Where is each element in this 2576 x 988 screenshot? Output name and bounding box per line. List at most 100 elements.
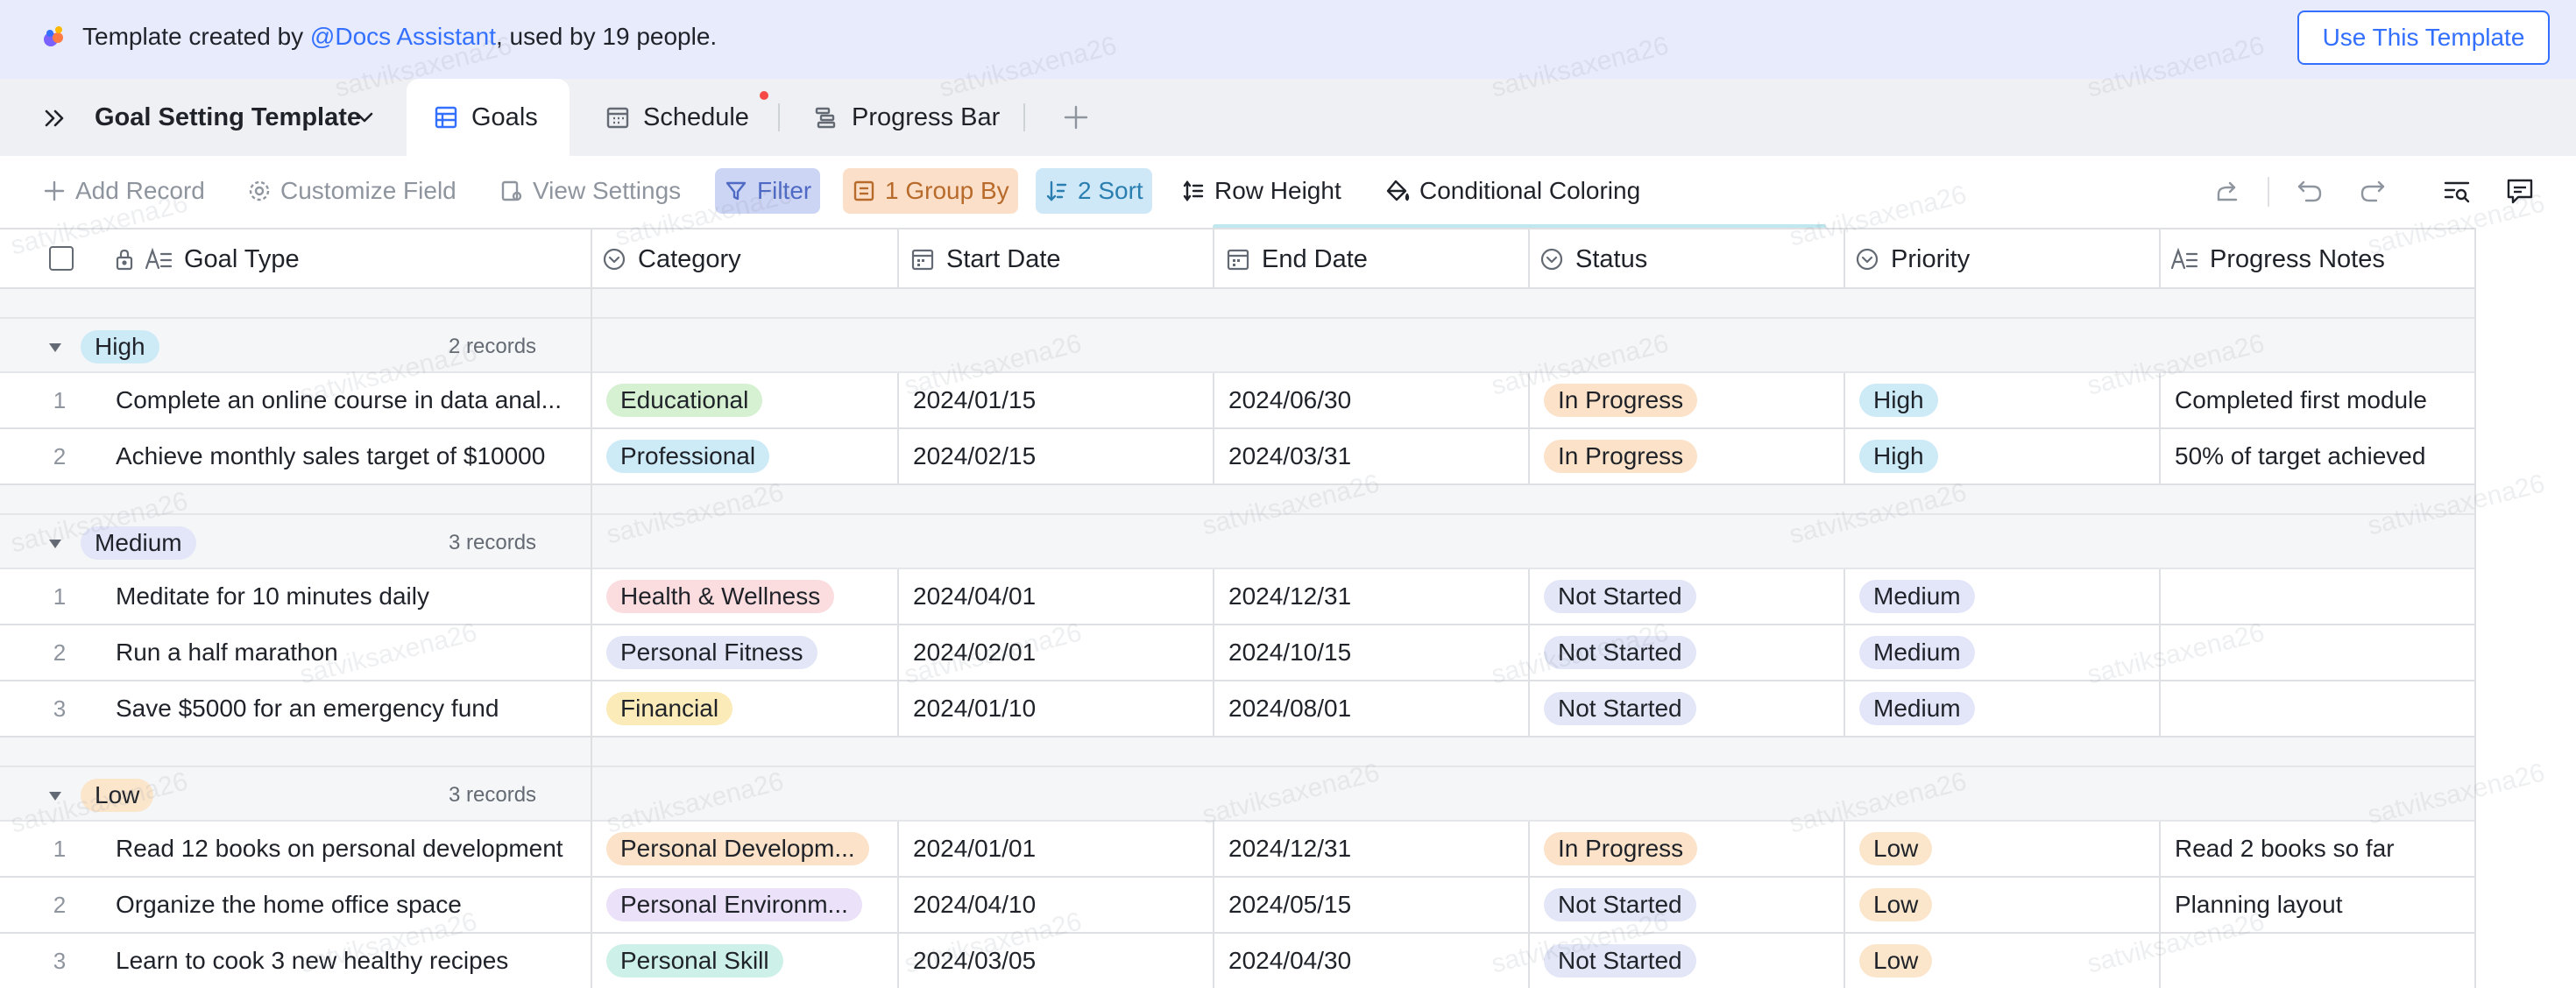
customize-field-button[interactable]: Customize Field	[238, 168, 465, 214]
status-cell[interactable]: Not Started	[1544, 569, 1696, 624]
tab-progress-bar[interactable]: Progress Bar	[813, 79, 1000, 156]
progress-notes-cell[interactable]	[2175, 569, 2469, 624]
progress-notes-cell[interactable]: 50% of target achieved	[2175, 429, 2469, 483]
tab-schedule[interactable]: Schedule	[605, 79, 749, 156]
column-header-end-date[interactable]: End Date	[1225, 229, 1368, 289]
use-template-button[interactable]: Use This Template	[2297, 11, 2550, 65]
category-cell[interactable]: Health & Wellness	[606, 569, 835, 624]
category-cell[interactable]: Personal Developm...	[606, 822, 869, 876]
priority-cell[interactable]: Low	[1859, 878, 1933, 932]
progress-notes-cell[interactable]: Completed first module	[2175, 373, 2469, 427]
category-cell[interactable]: Educational	[606, 373, 763, 427]
start-date-cell[interactable]: 2024/01/15	[913, 373, 1036, 427]
progress-notes-cell[interactable]	[2175, 681, 2469, 736]
priority-cell[interactable]: Medium	[1859, 681, 1975, 736]
table-row[interactable]: 2 Achieve monthly sales target of $10000…	[0, 429, 2476, 485]
goal-cell[interactable]: Organize the home office space	[116, 878, 580, 932]
add-view-icon[interactable]	[1060, 102, 1092, 133]
start-date-cell[interactable]: 2024/04/10	[913, 878, 1036, 932]
author-link[interactable]: @Docs Assistant	[310, 23, 496, 50]
table-row[interactable]: 2 Run a half marathon Personal Fitness 2…	[0, 625, 2476, 681]
category-cell[interactable]: Personal Fitness	[606, 625, 817, 680]
filter-button[interactable]: Filter	[715, 168, 821, 214]
end-date-cell[interactable]: 2024/10/15	[1228, 625, 1351, 680]
category-cell[interactable]: Financial	[606, 681, 733, 736]
status-cell[interactable]: In Progress	[1544, 373, 1698, 427]
expand-sidebar-icon[interactable]	[40, 103, 70, 133]
column-header-start-date[interactable]: Start Date	[909, 229, 1061, 289]
table-row[interactable]: 1 Read 12 books on personal development …	[0, 822, 2476, 878]
goal-cell[interactable]: Run a half marathon	[116, 625, 580, 680]
start-date-cell[interactable]: 2024/01/01	[913, 822, 1036, 876]
column-header-progress-notes[interactable]: Progress Notes	[2169, 229, 2385, 289]
conditional-coloring-button[interactable]: Conditional Coloring	[1376, 168, 1649, 214]
goal-cell[interactable]: Achieve monthly sales target of $10000	[116, 429, 580, 483]
select-all-checkbox[interactable]	[49, 246, 74, 271]
group-header-medium[interactable]: Medium 3 records	[0, 513, 2476, 569]
view-settings-button[interactable]: View Settings	[491, 168, 690, 214]
column-header-priority[interactable]: Priority	[1854, 229, 1970, 289]
table-title[interactable]: Goal Setting Template	[95, 79, 361, 156]
table-row[interactable]: 3 Save $5000 for an emergency fund Finan…	[0, 681, 2476, 737]
group-header-high[interactable]: High 2 records	[0, 317, 2476, 373]
progress-notes-cell[interactable]	[2175, 934, 2469, 988]
goal-cell[interactable]: Save $5000 for an emergency fund	[116, 681, 580, 736]
chevron-down-icon[interactable]	[354, 109, 375, 126]
status-cell[interactable]: Not Started	[1544, 625, 1696, 680]
share-icon[interactable]	[2212, 175, 2243, 207]
priority-cell[interactable]: Medium	[1859, 625, 1975, 680]
end-date-cell[interactable]: 2024/05/15	[1228, 878, 1351, 932]
search-records-icon[interactable]	[2441, 175, 2473, 207]
status-cell[interactable]: In Progress	[1544, 429, 1698, 483]
row-height-button[interactable]: Row Height	[1172, 168, 1350, 214]
priority-cell[interactable]: High	[1859, 429, 1938, 483]
start-date-cell[interactable]: 2024/01/10	[913, 681, 1036, 736]
frozen-column-divider[interactable]	[591, 228, 592, 988]
category-cell[interactable]: Personal Environm...	[606, 878, 862, 932]
category-cell[interactable]: Professional	[606, 429, 770, 483]
priority-cell[interactable]: Low	[1859, 934, 1933, 988]
priority-cell[interactable]: Medium	[1859, 569, 1975, 624]
column-header-category[interactable]: Category	[601, 229, 741, 289]
sort-button[interactable]: 2 Sort	[1036, 168, 1152, 214]
end-date-cell[interactable]: 2024/03/31	[1228, 429, 1351, 483]
end-date-cell[interactable]: 2024/08/01	[1228, 681, 1351, 736]
start-date-cell[interactable]: 2024/02/01	[913, 625, 1036, 680]
priority-cell[interactable]: High	[1859, 373, 1938, 427]
redo-icon[interactable]	[2357, 175, 2388, 207]
start-date-cell[interactable]: 2024/03/05	[913, 934, 1036, 988]
end-date-cell[interactable]: 2024/12/31	[1228, 822, 1351, 876]
end-date-cell[interactable]: 2024/12/31	[1228, 569, 1351, 624]
collapse-triangle-icon[interactable]	[47, 790, 63, 802]
collapse-triangle-icon[interactable]	[47, 342, 63, 354]
priority-cell[interactable]: Low	[1859, 822, 1933, 876]
progress-notes-cell[interactable]: Read 2 books so far	[2175, 822, 2469, 876]
group-header-low[interactable]: Low 3 records	[0, 766, 2476, 822]
start-date-cell[interactable]: 2024/02/15	[913, 429, 1036, 483]
status-cell[interactable]: In Progress	[1544, 822, 1698, 876]
table-row[interactable]: 2 Organize the home office space Persona…	[0, 878, 2476, 934]
column-header-goal-type[interactable]: Goal Type	[114, 229, 300, 289]
start-date-cell[interactable]: 2024/04/01	[913, 569, 1036, 624]
collapse-triangle-icon[interactable]	[47, 538, 63, 550]
end-date-cell[interactable]: 2024/06/30	[1228, 373, 1351, 427]
add-record-button[interactable]: Add Record	[33, 168, 214, 214]
goal-cell[interactable]: Meditate for 10 minutes daily	[116, 569, 580, 624]
column-header-status[interactable]: Status	[1539, 229, 1647, 289]
goal-cell[interactable]: Complete an online course in data anal..…	[116, 373, 580, 427]
table-row[interactable]: 1 Complete an online course in data anal…	[0, 373, 2476, 429]
table-row[interactable]: 3 Learn to cook 3 new healthy recipes Pe…	[0, 934, 2476, 988]
goal-cell[interactable]: Learn to cook 3 new healthy recipes	[116, 934, 580, 988]
group-by-button[interactable]: 1 Group By	[843, 168, 1018, 214]
undo-icon[interactable]	[2294, 175, 2325, 207]
progress-notes-cell[interactable]	[2175, 625, 2469, 680]
end-date-cell[interactable]: 2024/04/30	[1228, 934, 1351, 988]
goal-cell[interactable]: Read 12 books on personal development	[116, 822, 580, 876]
status-cell[interactable]: Not Started	[1544, 934, 1696, 988]
tab-goals[interactable]: Goals	[407, 79, 570, 156]
status-cell[interactable]: Not Started	[1544, 878, 1696, 932]
category-cell[interactable]: Personal Skill	[606, 934, 783, 988]
table-row[interactable]: 1 Meditate for 10 minutes daily Health &…	[0, 569, 2476, 625]
progress-notes-cell[interactable]: Planning layout	[2175, 878, 2469, 932]
comment-icon[interactable]	[2504, 175, 2536, 207]
